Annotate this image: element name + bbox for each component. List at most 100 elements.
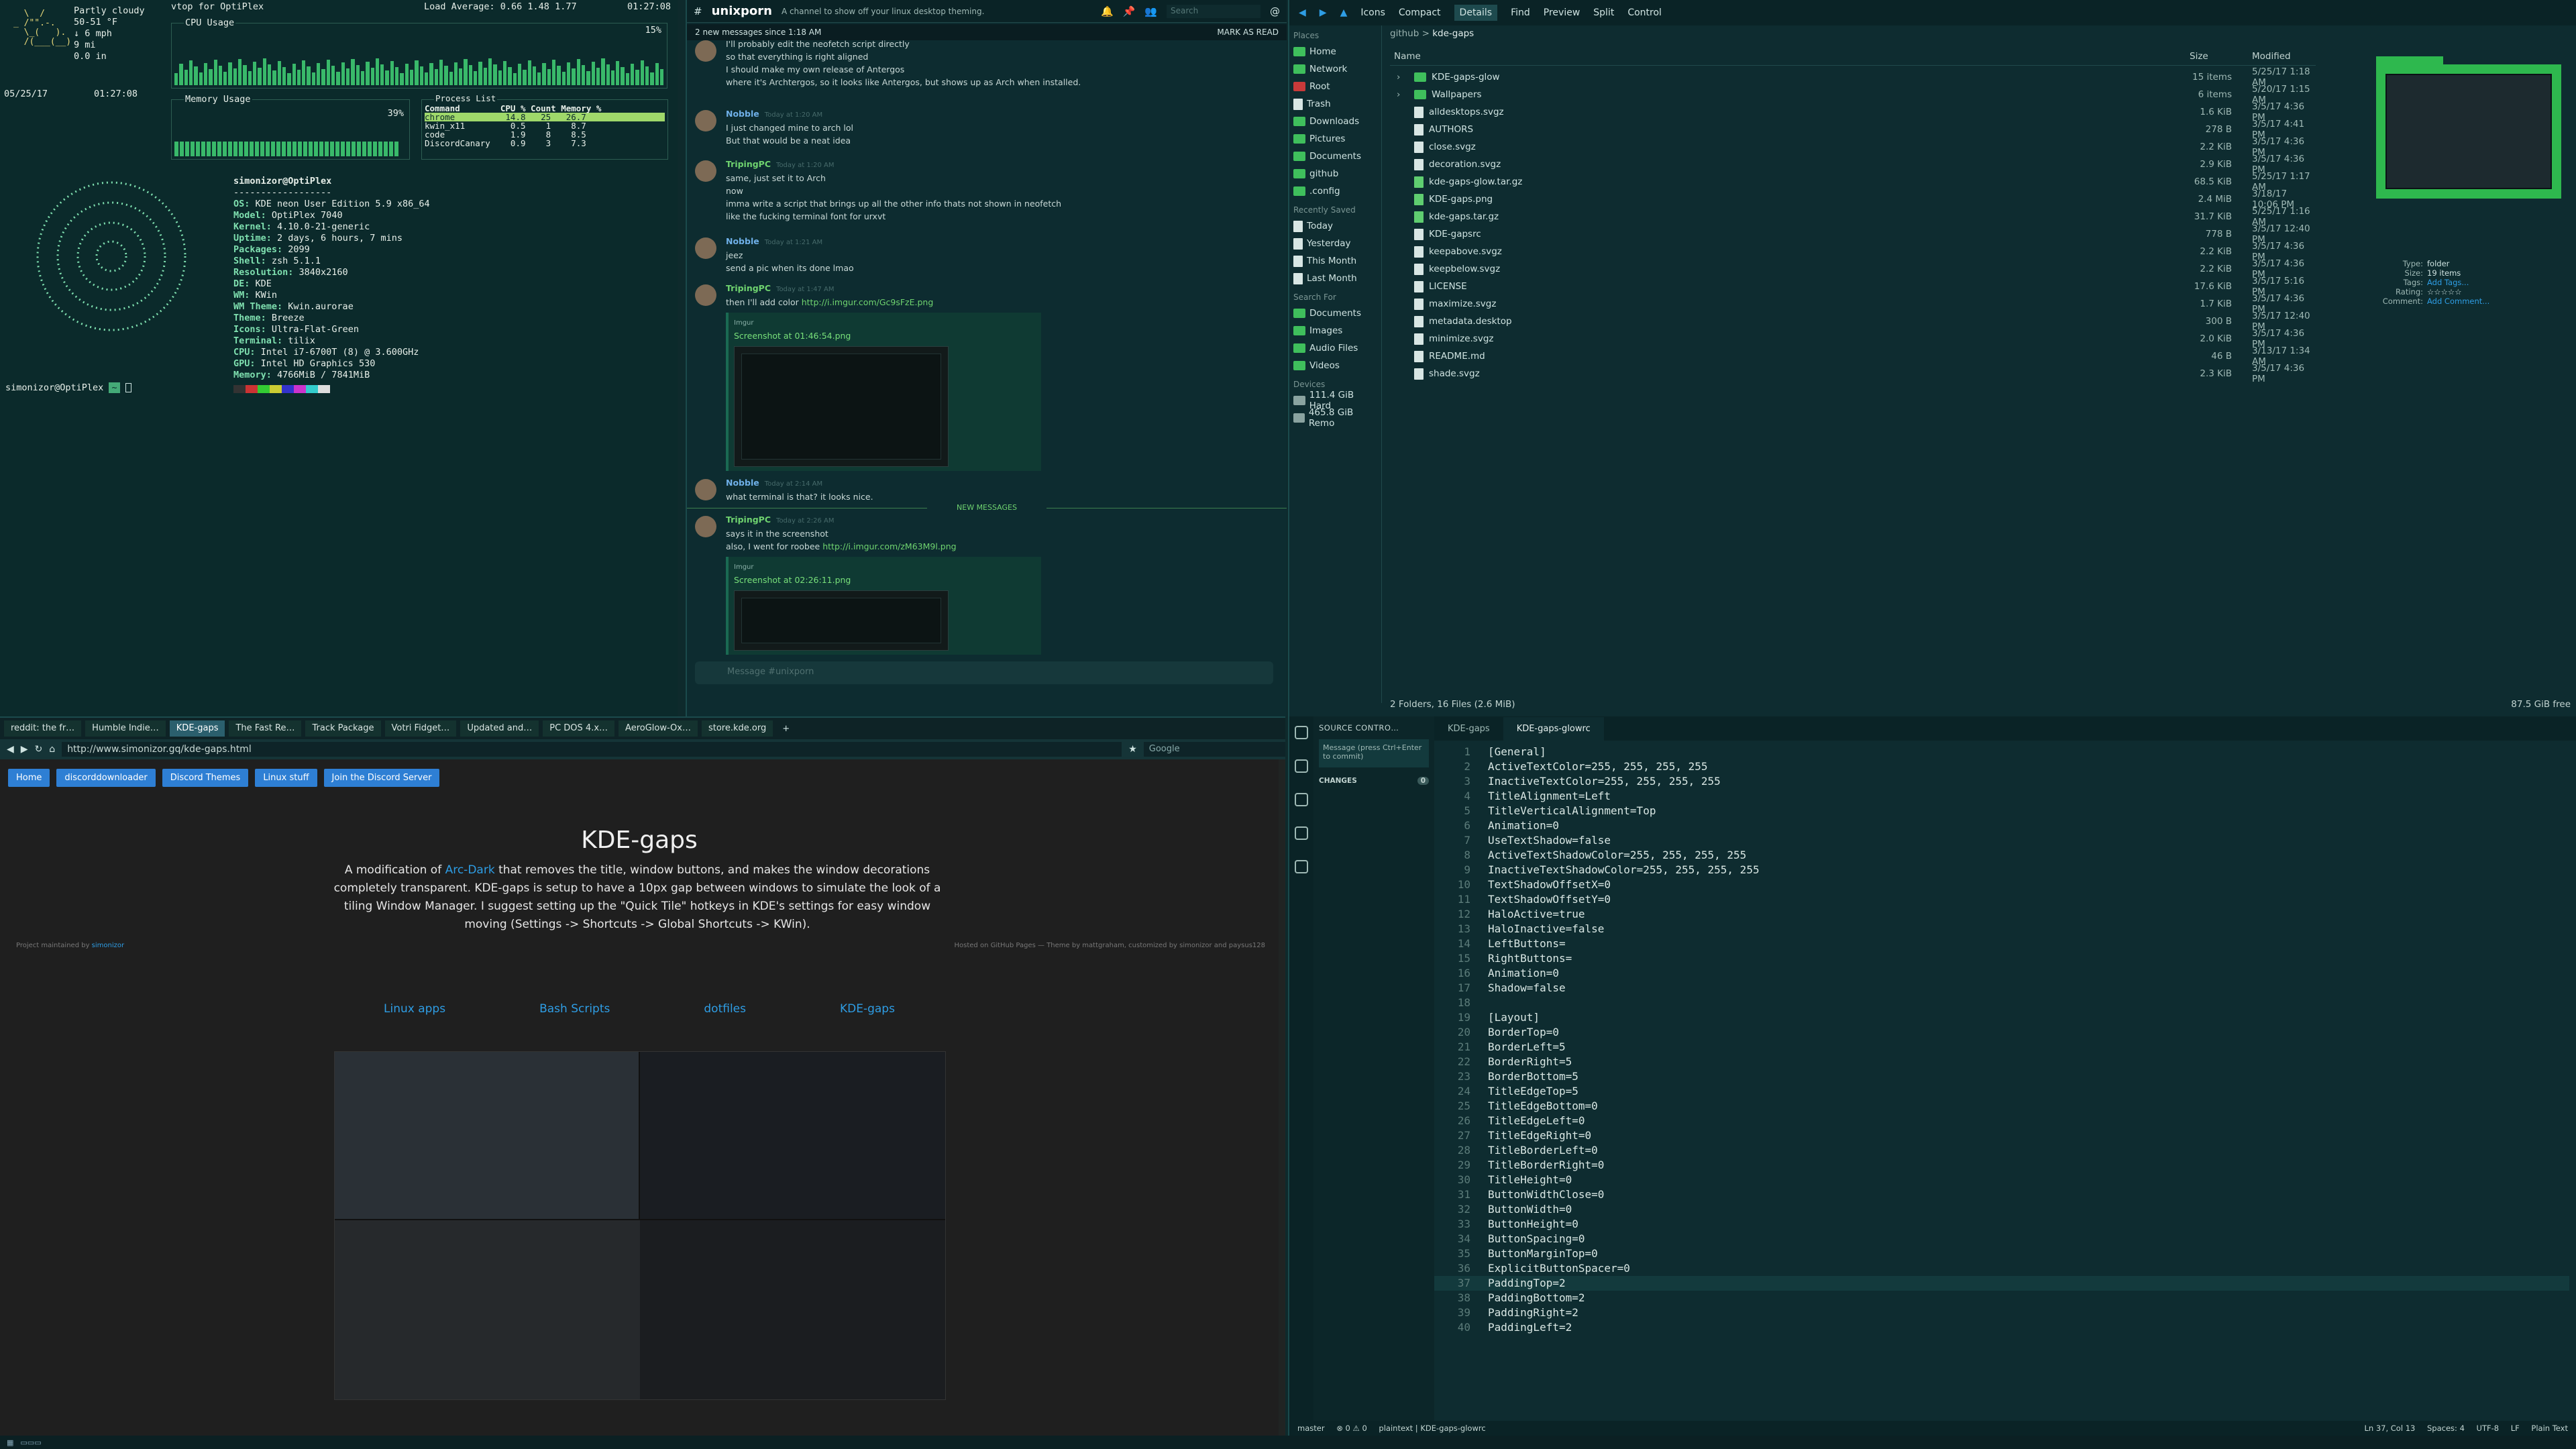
places-item[interactable]: This Month (1289, 252, 1381, 270)
site-nav-button[interactable]: Discord Themes (162, 769, 249, 787)
code-line[interactable]: 32 ButtonWidth=0 (1434, 1202, 2569, 1217)
app-launcher-icon[interactable]: ▦ (7, 1438, 13, 1447)
avatar[interactable] (695, 110, 716, 131)
section-link[interactable]: KDE-gaps (840, 1002, 895, 1016)
reload-icon[interactable]: ↻ (35, 744, 43, 755)
col-modified[interactable]: Modified (2252, 51, 2291, 62)
vscode-editor[interactable]: SOURCE CONTRO… Message (press Ctrl+Enter… (1288, 716, 2576, 1436)
back-icon[interactable]: ◀ (7, 744, 14, 755)
places-item[interactable]: Downloads (1289, 113, 1381, 130)
code-line[interactable]: 34 ButtonSpacing=0 (1434, 1232, 2569, 1246)
site-nav-button[interactable]: discorddownloader (56, 769, 156, 787)
code-line[interactable]: 26 TitleEdgeLeft=0 (1434, 1114, 2569, 1128)
info-value[interactable]: Add Tags... (2427, 278, 2469, 287)
code-line[interactable]: 29 TitleBorderRight=0 (1434, 1158, 2569, 1173)
code-line[interactable]: 3 InactiveTextColor=255, 255, 255, 255 (1434, 774, 2569, 789)
code-line[interactable]: 10 TextShadowOffsetX=0 (1434, 877, 2569, 892)
bell-icon[interactable]: 🔔 (1101, 5, 1114, 17)
code-line[interactable]: 15 RightButtons= (1434, 951, 2569, 966)
places-item[interactable]: Documents (1289, 305, 1381, 322)
source-control-icon[interactable] (1295, 759, 1308, 773)
places-item[interactable]: Today (1289, 217, 1381, 235)
code-line[interactable]: 17 Shadow=false (1434, 981, 2569, 996)
embed-image[interactable] (734, 346, 949, 467)
places-item[interactable]: Last Month (1289, 270, 1381, 287)
chat-message[interactable]: TripingPC Today at 1:20 AM same, just set … (695, 158, 1272, 223)
url-input[interactable]: http://www.simonizor.gq/kde-gaps.html (62, 742, 1122, 757)
file-row[interactable]: README.md 46 B 3/13/17 1:34 AM (1390, 345, 2316, 367)
code-line[interactable]: 18 (1434, 996, 2569, 1010)
site-nav-button[interactable]: Home (8, 769, 50, 787)
file-row[interactable]: › Wallpapers 6 items 5/20/17 1:15 AM (1390, 84, 2316, 105)
breadcrumb[interactable]: github > kde-gaps (1390, 28, 1474, 39)
code-line[interactable]: 6 Animation=0 (1434, 818, 2569, 833)
crumb-github[interactable]: github (1390, 28, 1419, 39)
places-item[interactable]: 465.8 GiB Remo (1289, 407, 1381, 429)
code-line[interactable]: 40 PaddingLeft=2 (1434, 1320, 2569, 1335)
expand-chevron-icon[interactable]: › (1397, 72, 1400, 83)
branch-indicator[interactable]: master (1297, 1424, 1325, 1433)
chat-search-input[interactable]: Search (1167, 4, 1260, 18)
search-icon[interactable] (1295, 826, 1308, 840)
at-icon[interactable]: @ (1270, 5, 1280, 17)
message-input[interactable]: Message #unixporn (695, 661, 1273, 684)
browser-tab[interactable]: The Fast Re… (229, 720, 302, 737)
places-item[interactable]: github (1289, 165, 1381, 182)
code-line[interactable]: 4 TitleAlignment=Left (1434, 789, 2569, 804)
problems-indicator[interactable]: ⊗ 0 ⚠ 0 (1336, 1424, 1367, 1433)
avatar[interactable] (695, 479, 716, 500)
control-button[interactable]: Control (1627, 7, 1662, 18)
pager-icon[interactable]: ▭▭▭ (20, 1438, 41, 1447)
places-item[interactable]: Images (1289, 322, 1381, 339)
file-row[interactable]: keepabove.svgz 2.2 KiB 3/5/17 4:36 PM (1390, 241, 2316, 262)
places-item[interactable]: Pictures (1289, 130, 1381, 148)
code-line[interactable]: 12 HaloActive=true (1434, 907, 2569, 922)
tab-kde-gaps-glowrc[interactable]: KDE-gaps-glowrc (1503, 716, 1604, 741)
view-icons-button[interactable]: Icons (1360, 7, 1385, 18)
eol[interactable]: LF (2511, 1424, 2520, 1433)
chat-message[interactable]: I'll probably edit the neofetch script d… (695, 38, 1272, 89)
embed-image[interactable] (734, 590, 949, 651)
arc-dark-link[interactable]: Arc-Dark (445, 863, 495, 877)
explorer-icon[interactable] (1295, 726, 1308, 739)
code-line[interactable]: 22 BorderRight=5 (1434, 1055, 2569, 1069)
cursor-position[interactable]: Ln 37, Col 13 (2364, 1424, 2415, 1433)
message-author[interactable]: TripingPC (726, 159, 771, 169)
code-line[interactable]: 11 TextShadowOffsetY=0 (1434, 892, 2569, 907)
code-line[interactable]: 1 [General] (1434, 745, 2569, 759)
mark-read-button[interactable]: MARK AS READ (1217, 28, 1279, 37)
places-item[interactable]: Yesterday (1289, 235, 1381, 252)
embed-title[interactable]: Screenshot at 02:26:11.png (734, 574, 1036, 586)
split-button[interactable]: Split (1593, 7, 1614, 18)
file-row[interactable]: shade.svgz 2.3 KiB 3/5/17 4:36 PM (1390, 363, 2316, 384)
file-row[interactable]: alldesktops.svgz 1.6 KiB 3/5/17 4:36 PM (1390, 101, 2316, 123)
browser-tab[interactable]: KDE-gaps (169, 720, 225, 737)
message-author[interactable]: Nobble (726, 236, 759, 246)
browser-tab[interactable]: AeroGlow-Ox… (619, 720, 698, 737)
code-line[interactable]: 35 ButtonMarginTop=0 (1434, 1246, 2569, 1261)
code-line[interactable]: 25 TitleEdgeBottom=0 (1434, 1099, 2569, 1114)
language-mode[interactable]: Plain Text (2531, 1424, 2568, 1433)
code-line[interactable]: 16 Animation=0 (1434, 966, 2569, 981)
forward-icon[interactable]: ▶ (21, 744, 28, 755)
info-value[interactable]: ☆☆☆☆☆ (2427, 287, 2462, 297)
file-row[interactable]: LICENSE 17.6 KiB 3/5/17 5:16 PM (1390, 276, 2316, 297)
message-link[interactable]: http://i.imgur.com/Gc9sFzE.png (802, 297, 934, 307)
view-details-button[interactable]: Details (1454, 5, 1498, 21)
code-line[interactable]: 5 TitleVerticalAlignment=Top (1434, 804, 2569, 818)
code-line[interactable]: 24 TitleEdgeTop=5 (1434, 1084, 2569, 1099)
code-line[interactable]: 23 BorderBottom=5 (1434, 1069, 2569, 1084)
code-line[interactable]: 30 TitleHeight=0 (1434, 1173, 2569, 1187)
extensions-icon[interactable] (1295, 860, 1308, 873)
link-embed[interactable]: Imgur Screenshot at 01:46:54.png (726, 313, 1041, 471)
browser-tab[interactable]: reddit: the fr… (4, 720, 82, 737)
places-item[interactable]: Root (1289, 78, 1381, 95)
crumb-kde-gaps[interactable]: kde-gaps (1432, 28, 1474, 39)
places-item[interactable]: Documents (1289, 148, 1381, 165)
debug-icon[interactable] (1295, 793, 1308, 806)
forward-icon[interactable]: ▶ (1320, 7, 1327, 18)
preview-button[interactable]: Preview (1544, 7, 1580, 18)
embed-title[interactable]: Screenshot at 01:46:54.png (734, 329, 1036, 342)
discord-chat[interactable]: # unixporn A channel to show off your li… (686, 0, 1287, 716)
avatar[interactable] (695, 237, 716, 259)
